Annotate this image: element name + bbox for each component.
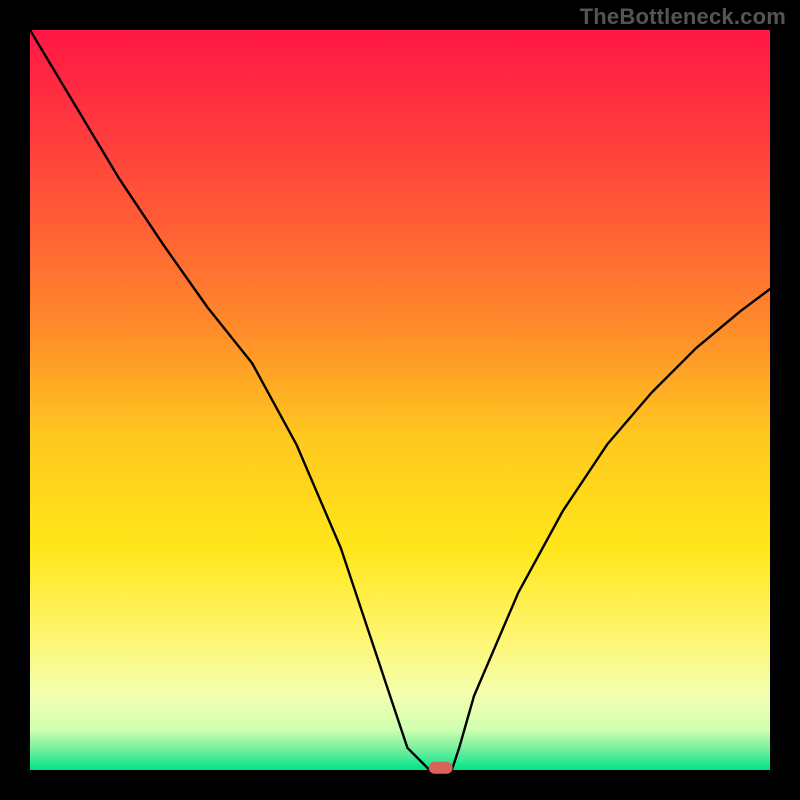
chart-svg <box>0 0 800 800</box>
bottleneck-chart: TheBottleneck.com <box>0 0 800 800</box>
watermark-text: TheBottleneck.com <box>580 4 786 30</box>
plot-background <box>30 30 770 770</box>
optimal-marker <box>429 762 453 774</box>
